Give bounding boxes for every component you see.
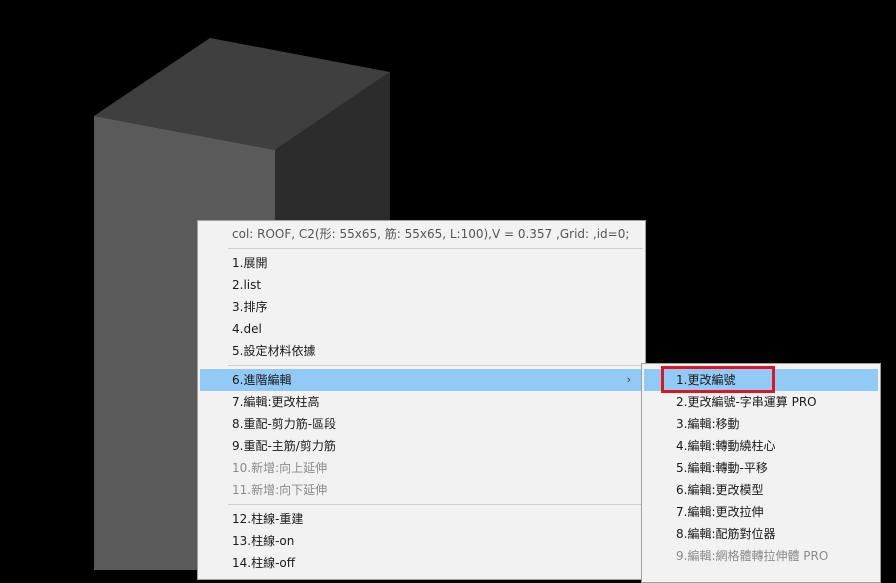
- menu-separator: [228, 365, 643, 366]
- submenu-item-rotate-about-center[interactable]: 4.編輯:轉動繞柱心: [644, 435, 878, 457]
- menu-separator: [228, 504, 643, 505]
- menu-item-list[interactable]: 2.list: [200, 274, 643, 296]
- submenu-item-mesh-to-extrude: 9.編輯:網格體轉拉伸體 PRO: [676, 549, 829, 563]
- menu-item-label: 1.更改編號: [676, 373, 736, 387]
- menu-item-reassign-main-shear-rebar[interactable]: 9.重配-主筋/剪力筋: [200, 435, 643, 457]
- menu-item-edit-column-height[interactable]: 7.編輯:更改柱高: [200, 391, 643, 413]
- menu-item-column-line-rebuild[interactable]: 12.柱線-重建: [200, 508, 643, 530]
- menu-separator: [228, 248, 643, 249]
- submenu-item-rebar-aligner[interactable]: 8.編輯:配筋對位器: [644, 523, 878, 545]
- submenu-advanced-edit: 1.更改編號 2.更改編號-字串運算 PRO 3.編輯:移動 4.編輯:轉動繞柱…: [641, 363, 881, 583]
- menu-item-set-material-basis[interactable]: 5.設定材料依據: [200, 340, 643, 362]
- menu-item-label: 6.進階編輯: [232, 373, 292, 387]
- menu-item-reassign-shear-rebar-zone[interactable]: 8.重配-剪力筋-區段: [200, 413, 643, 435]
- submenu-arrow-icon: ›: [626, 373, 631, 386]
- submenu-item-rotate-translate[interactable]: 5.編輯:轉動-平移: [644, 457, 878, 479]
- menu-item-add-extend-down: 11.新增:向下延伸: [232, 483, 328, 497]
- menu-item-sort[interactable]: 3.排序: [200, 296, 643, 318]
- submenu-item-change-model[interactable]: 6.編輯:更改模型: [644, 479, 878, 501]
- menu-item-delete[interactable]: 4.del: [200, 318, 643, 340]
- submenu-item-change-number-string-op[interactable]: 2.更改編號-字串運算 PRO: [644, 391, 878, 413]
- menu-item-add-extend-up: 10.新增:向上延伸: [232, 461, 328, 475]
- menu-item-advanced-edit[interactable]: 6.進階編輯 ›: [200, 369, 643, 391]
- menu-item-expand[interactable]: 1.展開: [200, 252, 643, 274]
- menu-item-column-line-on[interactable]: 13.柱線-on: [200, 530, 643, 552]
- menu-header-info: col: ROOF, C2(形: 55x65, 筋: 55x65, L:100)…: [232, 227, 630, 241]
- submenu-item-change-number[interactable]: 1.更改編號: [644, 369, 878, 391]
- context-menu: col: ROOF, C2(形: 55x65, 筋: 55x65, L:100)…: [197, 220, 646, 580]
- submenu-item-move[interactable]: 3.編輯:移動: [644, 413, 878, 435]
- menu-item-column-line-off[interactable]: 14.柱線-off: [200, 552, 643, 574]
- submenu-item-change-extrude[interactable]: 7.編輯:更改拉伸: [644, 501, 878, 523]
